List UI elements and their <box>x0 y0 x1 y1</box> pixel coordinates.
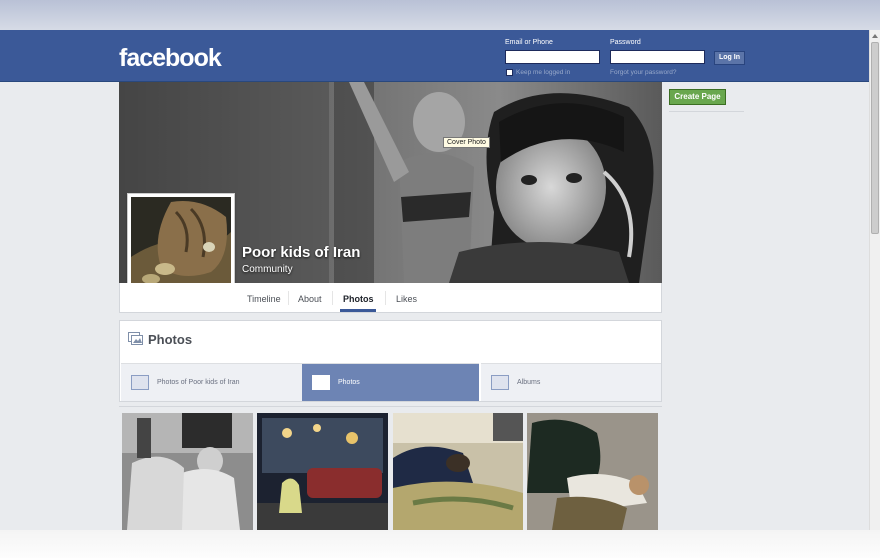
photo-stack-icon <box>131 375 149 390</box>
tab-timeline[interactable]: Timeline <box>247 294 281 304</box>
subtab-label: Photos of Poor kids of Iran <box>157 379 240 386</box>
scroll-up-arrow-icon[interactable] <box>872 34 878 38</box>
nav-separator <box>385 291 386 305</box>
password-label: Password <box>610 39 641 46</box>
forgot-password-link[interactable]: Forgot your password? <box>610 69 676 76</box>
active-tab-indicator <box>340 309 376 312</box>
browser-top-area <box>0 0 880 30</box>
keep-logged-in-label[interactable]: Keep me logged in <box>516 69 570 76</box>
timeline-nav: Timeline About Photos Likes <box>119 283 662 313</box>
email-field[interactable] <box>505 50 600 64</box>
tab-about[interactable]: About <box>298 294 322 304</box>
create-page-button[interactable]: Create Page <box>669 89 726 105</box>
nav-separator <box>288 291 289 305</box>
header-bar: facebook Email or Phone Password Log In … <box>0 30 880 82</box>
photos-panel: Photos Photos of Poor kids of Iran Photo… <box>119 320 662 402</box>
photo-thumbnail[interactable] <box>527 413 658 530</box>
subtab-label: Photos <box>338 379 360 386</box>
password-field[interactable] <box>610 50 705 64</box>
photo-thumbnail[interactable] <box>393 413 523 530</box>
keep-logged-in-checkbox[interactable] <box>506 69 513 76</box>
album-icon <box>491 375 509 390</box>
photos-icon <box>128 332 143 345</box>
scroll-thumb[interactable] <box>871 42 879 234</box>
photos-title: Photos <box>148 332 193 347</box>
photo-thumbnail[interactable] <box>122 413 253 530</box>
browser-bottom-area <box>0 530 880 558</box>
cover-photo-tooltip: Cover Photo <box>443 137 490 148</box>
subtab-photos[interactable]: Photos <box>302 363 479 401</box>
subtab-albums[interactable]: Albums <box>481 363 661 401</box>
subtab-label: Albums <box>517 379 541 386</box>
login-button[interactable]: Log In <box>714 51 745 65</box>
tab-photos[interactable]: Photos <box>343 294 374 304</box>
tab-likes[interactable]: Likes <box>396 294 417 304</box>
facebook-logo[interactable]: facebook <box>119 44 222 73</box>
photo-icon <box>312 375 330 390</box>
sidebar-divider <box>669 111 744 112</box>
subtab-photos-of-page[interactable]: Photos of Poor kids of Iran <box>121 363 302 401</box>
page-category: Community <box>242 264 293 275</box>
page-name[interactable]: Poor kids of Iran <box>242 244 360 261</box>
nav-separator <box>332 291 333 305</box>
email-label: Email or Phone <box>505 39 553 46</box>
photo-thumbnail[interactable] <box>257 413 388 530</box>
divider <box>119 406 662 407</box>
